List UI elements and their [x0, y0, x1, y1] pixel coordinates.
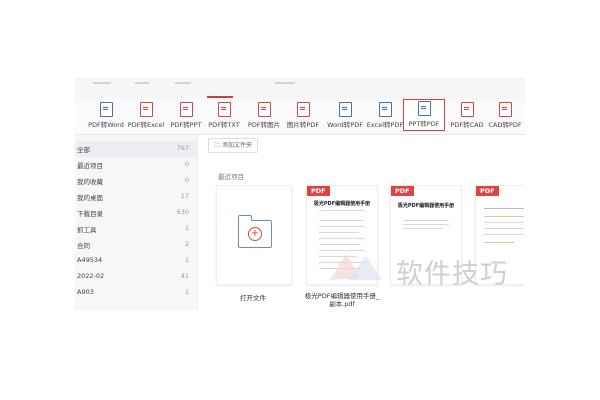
- tool-word-to-pdf[interactable]: Word转PDF: [324, 101, 366, 131]
- doc-heading: 极光PDF编辑器使用手册: [313, 201, 371, 207]
- pdf-to-word-icon: [99, 102, 113, 117]
- tool-pdf-to-word[interactable]: PDF转Word: [85, 101, 127, 131]
- sidebar-item-tools[interactable]: 抓工具 1: [75, 221, 197, 237]
- ppt-to-pdf-icon: [417, 101, 431, 116]
- tool-pdf-to-image[interactable]: PDF转图片: [243, 101, 285, 131]
- sidebar-item-2022-02[interactable]: 2022-02 41: [75, 269, 197, 285]
- cad-to-pdf-icon: [498, 102, 512, 117]
- plus-icon: +: [248, 227, 262, 241]
- tool-image-to-pdf[interactable]: 图片转PDF: [282, 101, 324, 131]
- sidebar-item-recent[interactable]: 最近项目 0: [75, 157, 197, 173]
- folder-icon: 🗀: [214, 142, 222, 149]
- tool-ppt-to-pdf[interactable]: PPT转PDF: [403, 99, 445, 131]
- sidebar-item-desktop[interactable]: 我的桌面 17: [75, 189, 197, 205]
- sidebar-item-a903[interactable]: A903 1: [75, 285, 197, 301]
- doc-title: 极光PDF编辑器使用手册_副本.pdf: [304, 292, 380, 308]
- tool-excel-to-pdf[interactable]: Excel转PDF: [364, 101, 406, 131]
- image-to-pdf-icon: [296, 102, 310, 117]
- sidebar: 全部 767 最近项目 0 我的收藏 0 我的桌面 17 下载目录 630 抓工具 1 合同…: [75, 135, 198, 310]
- word-to-pdf-icon: [338, 102, 352, 117]
- sidebar-item-downloads[interactable]: 下载目录 630: [75, 205, 197, 221]
- tool-cad-to-pdf[interactable]: CAD转PDF: [484, 101, 525, 131]
- sidebar-item-a49534[interactable]: A49534 1: [75, 253, 197, 269]
- sidebar-item-all[interactable]: 全部 767: [75, 141, 197, 157]
- pdf-to-ppt-icon: [179, 102, 193, 117]
- conversion-toolbar: PDF转Word PDF转Excel PDF转PPT PDF转TXT PDF转图…: [75, 98, 525, 135]
- pdf-to-excel-icon: [139, 102, 153, 117]
- tool-pdf-to-txt[interactable]: PDF转TXT: [203, 101, 245, 131]
- pdf-to-cad-icon: [460, 102, 474, 117]
- tool-pdf-to-ppt[interactable]: PDF转PPT: [165, 101, 207, 131]
- pdf-badge: PDF: [391, 186, 414, 196]
- top-menu-strip: [75, 78, 525, 98]
- open-file-label: 打开文件: [240, 294, 266, 302]
- tool-pdf-to-excel[interactable]: PDF转Excel: [125, 101, 167, 131]
- pdf-to-image-icon: [257, 102, 271, 117]
- watermark-logo: [330, 254, 382, 280]
- tool-pdf-to-cad[interactable]: PDF转CAD: [446, 101, 488, 131]
- open-file-card[interactable]: +: [216, 185, 292, 285]
- add-folder-button[interactable]: 🗀 添加文件夹: [208, 138, 258, 153]
- sidebar-item-contracts[interactable]: 合同 2: [75, 237, 197, 253]
- recent-section-label: 最近项目: [218, 173, 244, 181]
- pdf-badge: PDF: [307, 186, 330, 196]
- pdf-badge: PDF: [476, 186, 499, 196]
- watermark-text: 软件技巧: [396, 259, 508, 290]
- excel-to-pdf-icon: [378, 102, 392, 117]
- sidebar-item-favorites[interactable]: 我的收藏 0: [75, 173, 197, 189]
- folder-icon: +: [237, 215, 272, 248]
- pdf-to-txt-icon: [217, 102, 231, 117]
- doc-heading: 极光PDF编辑器使用手册: [397, 203, 455, 209]
